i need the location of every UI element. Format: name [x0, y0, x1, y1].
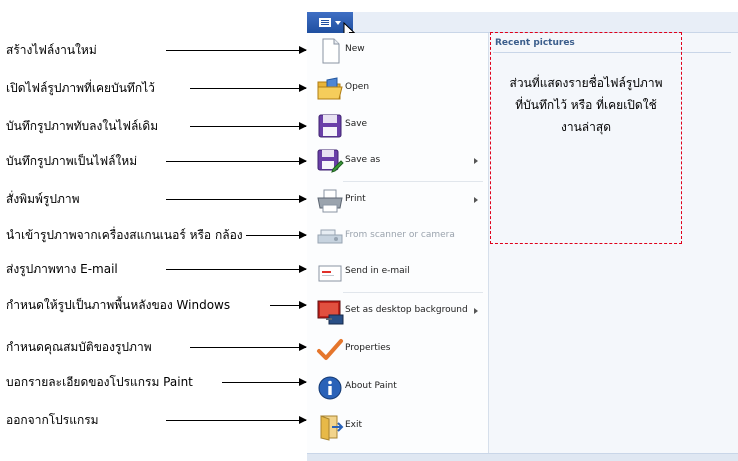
exit-icon — [320, 415, 344, 441]
menu-item-label: Send in e-mail — [345, 266, 410, 276]
menu-item-label: Print — [345, 194, 366, 204]
menu-divider — [343, 181, 483, 182]
menu-item-save[interactable]: Save — [307, 108, 488, 144]
menu-item-label: Save — [345, 119, 368, 129]
annotation-about: บอกรายละเอียดของโปรแกรม Paint — [6, 375, 193, 389]
annotation-arrow — [246, 231, 307, 239]
file-menu: New Open Save Save as Print From scanner… — [307, 33, 489, 453]
annotation-save-as: บันทึกรูปภาพเป็นไฟล์ใหม่ — [6, 154, 138, 168]
save-as-icon — [317, 149, 344, 173]
annotation-arrow — [190, 122, 307, 130]
chevron-down-icon — [335, 21, 341, 25]
top-bar — [307, 12, 738, 33]
open-folder-icon — [317, 77, 343, 100]
menu-item-print[interactable]: Print — [307, 183, 488, 219]
scanner-icon — [317, 229, 343, 244]
checkmark-icon — [317, 339, 343, 360]
recent-files-note: ส่วนที่แสดงรายชื่อไฟล์รูปภาพที่บันทึกไว้… — [509, 76, 663, 134]
annotation-open: เปิดไฟล์รูปภาพที่เคยบันทึกไว้ — [6, 81, 155, 95]
annotation-arrow — [270, 301, 307, 309]
menu-item-desktop-background[interactable]: Set as desktop background — [307, 294, 488, 330]
menu-divider — [343, 292, 483, 293]
email-icon — [318, 265, 342, 282]
annotation-properties: กำหนดคุณสมบัติของรูปภาพ — [6, 340, 152, 354]
menu-item-label: New — [345, 44, 365, 54]
submenu-arrow-icon — [474, 308, 478, 314]
menu-item-exit[interactable]: Exit — [307, 409, 488, 445]
annotation-new: สร้างไฟล์งานใหม่ — [6, 43, 97, 57]
annotation-email: ส่งรูปภาพทาง E-mail — [6, 262, 118, 276]
menu-item-label: Exit — [345, 420, 363, 430]
annotation-arrow — [190, 84, 307, 92]
annotation-scanner: นำเข้ารูปภาพจากเครื่องสแกนเนอร์ หรือ กล้… — [6, 228, 243, 242]
desktop-background-icon — [317, 300, 344, 325]
floppy-disk-icon — [318, 114, 342, 138]
printer-icon — [317, 189, 343, 213]
annotation-arrow — [166, 46, 307, 54]
annotation-exit: ออกจากโปรแกรม — [6, 413, 99, 427]
annotation-arrow — [166, 195, 307, 203]
submenu-arrow-icon — [474, 158, 478, 164]
menu-item-label: Save as — [345, 155, 381, 165]
menu-item-label: About Paint — [345, 381, 397, 391]
annotation-background: กำหนดให้รูปเป็นภาพพื้นหลังของ Windows — [6, 298, 231, 312]
menu-item-label: Set as desktop background — [345, 305, 468, 315]
menu-item-label: Open — [345, 82, 370, 92]
menu-item-send-email[interactable]: Send in e-mail — [307, 255, 488, 291]
annotation-arrow — [222, 378, 307, 386]
menu-item-label: From scanner or camera — [345, 230, 455, 240]
annotation-print: สั่งพิมพ์รูปภาพ — [6, 192, 80, 206]
annotation-arrow — [166, 265, 307, 273]
menu-item-new[interactable]: New — [307, 33, 488, 69]
recent-files-highlight-box — [490, 32, 682, 244]
menu-item-from-scanner[interactable]: From scanner or camera — [307, 219, 488, 255]
application-menu-button[interactable] — [307, 12, 355, 40]
annotation-arrow — [166, 416, 307, 424]
menu-item-label: Properties — [345, 343, 391, 353]
info-icon — [318, 376, 342, 400]
menu-item-about-paint[interactable]: About Paint — [307, 370, 488, 406]
annotation-arrow — [190, 343, 307, 351]
menu-icon — [319, 18, 331, 27]
annotation-save: บันทึกรูปภาพทับลงในไฟล์เดิม — [6, 119, 159, 133]
submenu-arrow-icon — [474, 197, 478, 203]
menu-item-save-as[interactable]: Save as — [307, 144, 488, 180]
menu-item-properties[interactable]: Properties — [307, 332, 488, 368]
menu-item-open[interactable]: Open — [307, 71, 488, 107]
annotation-arrow — [166, 157, 307, 165]
new-file-icon — [322, 38, 340, 64]
